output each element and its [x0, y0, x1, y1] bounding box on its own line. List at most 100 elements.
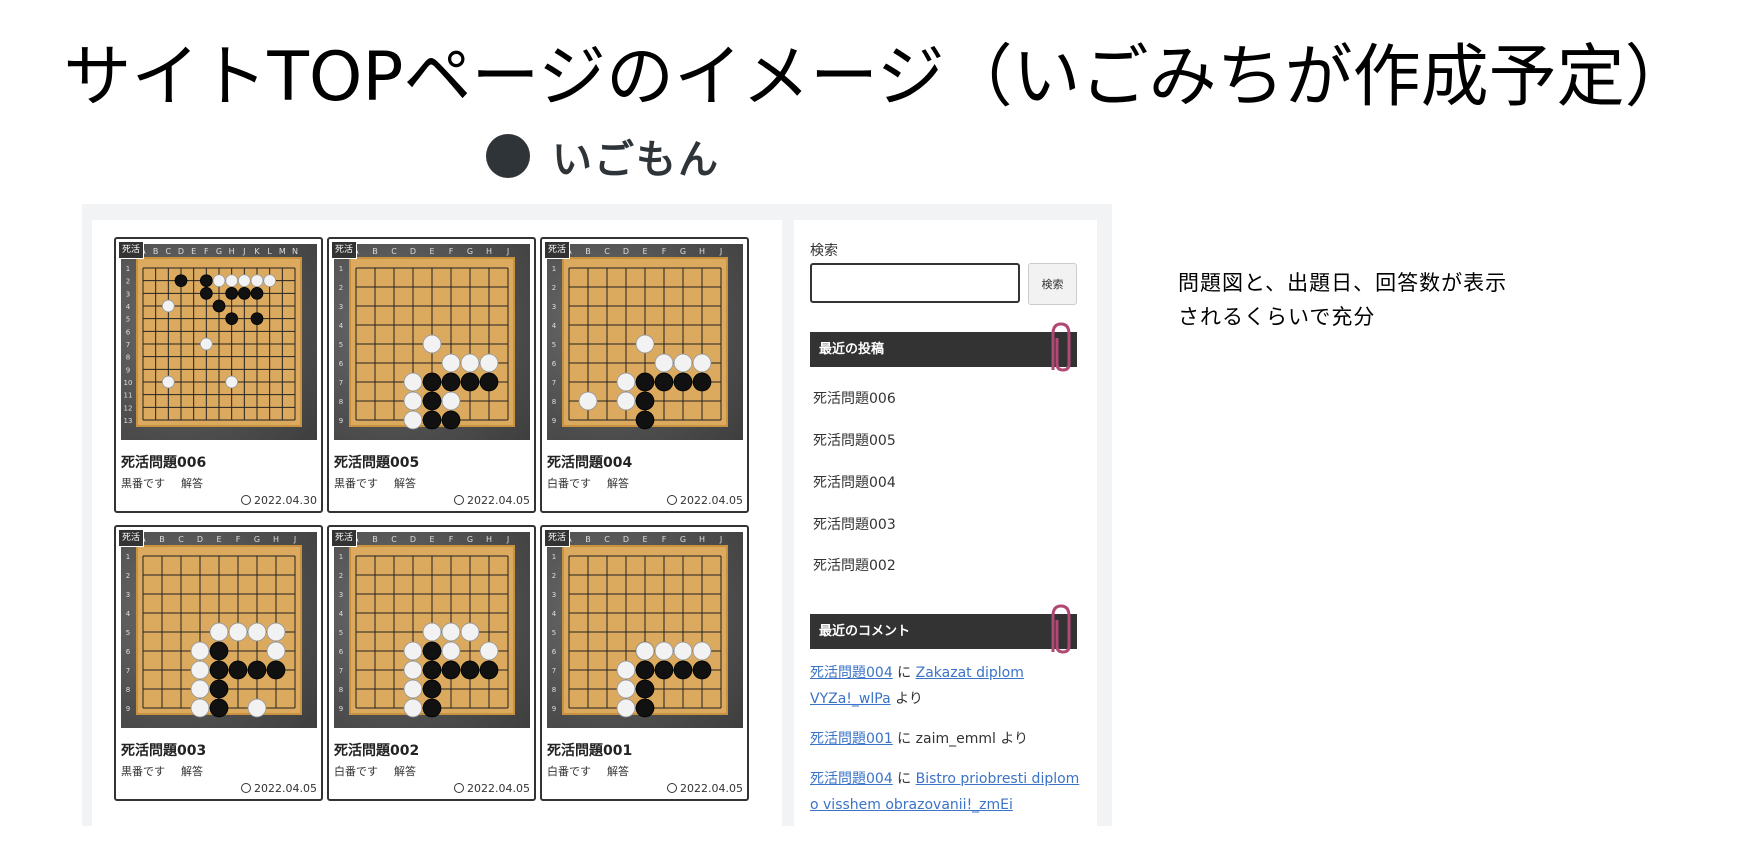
post-date: 2022.04.05 — [241, 782, 317, 795]
board-row-label: 6 — [126, 648, 131, 656]
post-title[interactable]: 死活問題005 — [334, 452, 419, 472]
black-stone — [479, 660, 499, 680]
white-stone — [441, 391, 461, 411]
recent-post-link[interactable]: 死活問題004 — [813, 472, 896, 492]
note-line: されるくらいで充分 — [1178, 305, 1376, 329]
problem-thumbnail[interactable]: ABCDEFGHJ123456789 — [334, 244, 530, 440]
problem-thumbnail[interactable]: ABCDEFGHJ123456789 — [547, 532, 743, 728]
board-column-label: D — [197, 535, 203, 544]
clock-icon — [454, 783, 465, 793]
clock-icon — [667, 783, 678, 793]
board-column-label: F — [204, 247, 209, 256]
recent-post-link[interactable]: 死活問題005 — [813, 430, 896, 450]
board-row-label: 6 — [552, 360, 557, 368]
board-column-label: H — [699, 535, 705, 544]
recent-post-link[interactable]: 死活問題003 — [813, 514, 896, 534]
white-stone — [250, 274, 264, 288]
recent-comment: 死活問題004 に Bistro priobresti diplom o vis… — [810, 766, 1080, 818]
black-stone — [209, 679, 229, 699]
comment-post-link[interactable]: 死活問題004 — [810, 665, 893, 681]
white-stone — [692, 641, 712, 661]
black-stone — [692, 372, 712, 392]
post-excerpt: 黒番です 解答 — [121, 763, 203, 779]
black-stone — [673, 660, 693, 680]
search-button[interactable]: 検索 — [1028, 263, 1077, 305]
board-column-label: G — [680, 535, 686, 544]
recent-comment: 死活問題004 に Zakazat diplom VYZa!_wlPa より — [810, 660, 1080, 712]
post-date-text: 2022.04.05 — [254, 782, 317, 795]
search-input[interactable] — [810, 263, 1020, 303]
category-badge[interactable]: 死活 — [544, 241, 571, 259]
white-stone — [403, 679, 423, 699]
white-stone — [266, 622, 286, 642]
board-column-label: H — [273, 535, 279, 544]
post-card[interactable]: ABCDEFGHJ123456789 死活 死活問題001 白番です解答 202… — [540, 525, 749, 801]
recent-comments-title: 最近のコメント — [819, 624, 911, 639]
category-badge[interactable]: 死活 — [331, 529, 358, 547]
problem-thumbnail[interactable]: ABCDEFGHJ123456789 — [121, 532, 317, 728]
comment-connector: に — [892, 665, 916, 681]
post-title[interactable]: 死活問題003 — [121, 740, 206, 760]
recent-post-link[interactable]: 死活問題006 — [813, 388, 896, 408]
category-badge[interactable]: 死活 — [331, 241, 358, 259]
board-column-label: F — [449, 535, 454, 544]
board-row-label: 5 — [552, 629, 556, 637]
board-row-label: 7 — [126, 341, 130, 349]
board-column-label: C — [391, 247, 397, 256]
black-stone — [225, 286, 239, 300]
post-card[interactable]: ABCDEFGHJKLMN12345678910111213 死活 死活問題00… — [114, 237, 323, 513]
comment-post-link[interactable]: 死活問題004 — [810, 771, 893, 787]
post-card[interactable]: ABCDEFGHJ123456789 死活 死活問題002 白番です解答 202… — [327, 525, 536, 801]
post-card[interactable]: ABCDEFGHJ123456789 死活 死活問題004 白番です解答 202… — [540, 237, 749, 513]
white-stone — [441, 641, 461, 661]
comment-post-link[interactable]: 死活問題001 — [810, 731, 893, 747]
problem-thumbnail[interactable]: ABCDEFGHJ123456789 — [334, 532, 530, 728]
board-row-label: 2 — [126, 278, 130, 286]
black-stone — [199, 286, 213, 300]
board-row-label: 5 — [126, 629, 130, 637]
board-column-label: B — [372, 247, 378, 256]
board-row-label: 1 — [339, 265, 343, 273]
answer-text: 解答 — [394, 477, 416, 490]
black-stone — [174, 274, 188, 288]
board-column-label: D — [178, 247, 184, 256]
board-row-label: 6 — [126, 328, 131, 336]
post-excerpt: 黒番です 解答 — [334, 475, 416, 491]
white-stone — [190, 698, 210, 718]
board-column-label: B — [153, 247, 159, 256]
black-stone — [635, 410, 655, 430]
post-title[interactable]: 死活問題001 — [547, 740, 632, 760]
post-title[interactable]: 死活問題004 — [547, 452, 632, 472]
recent-post-link[interactable]: 死活問題002 — [813, 555, 896, 575]
board-row-label: 4 — [339, 322, 344, 330]
post-title[interactable]: 死活問題002 — [334, 740, 419, 760]
problem-thumbnail[interactable]: ABCDEFGHJKLMN12345678910111213 — [121, 244, 317, 440]
white-stone — [403, 660, 423, 680]
board-row-label: 7 — [339, 667, 343, 675]
board-column-label: G — [680, 247, 686, 256]
recent-posts-title: 最近の投稿 — [819, 342, 885, 357]
white-stone — [403, 698, 423, 718]
post-date: 2022.04.05 — [454, 782, 530, 795]
category-badge[interactable]: 死活 — [544, 529, 571, 547]
board-row-label: 6 — [552, 648, 557, 656]
category-badge[interactable]: 死活 — [118, 241, 145, 259]
white-stone — [673, 641, 693, 661]
board-column-label: E — [216, 535, 221, 544]
board-row-label: 3 — [552, 303, 556, 311]
black-stone — [479, 372, 499, 392]
category-badge[interactable]: 死活 — [118, 529, 145, 547]
problem-thumbnail[interactable]: ABCDEFGHJ123456789 — [547, 244, 743, 440]
black-stone — [250, 312, 264, 326]
white-stone — [578, 391, 598, 411]
recent-comment: 死活問題001 に zaim_emml より — [810, 726, 1080, 752]
site-logo[interactable]: いごもん — [470, 128, 732, 184]
post-card[interactable]: ABCDEFGHJ123456789 死活 死活問題003 黒番です解答 202… — [114, 525, 323, 801]
post-card[interactable]: ABCDEFGHJ123456789 死活 死活問題005 黒番です解答 202… — [327, 237, 536, 513]
white-stone — [616, 679, 636, 699]
board-column-label: J — [293, 535, 296, 544]
board-row-label: 3 — [339, 591, 343, 599]
post-title[interactable]: 死活問題006 — [121, 452, 206, 472]
black-stone — [247, 660, 267, 680]
white-stone — [263, 274, 277, 288]
